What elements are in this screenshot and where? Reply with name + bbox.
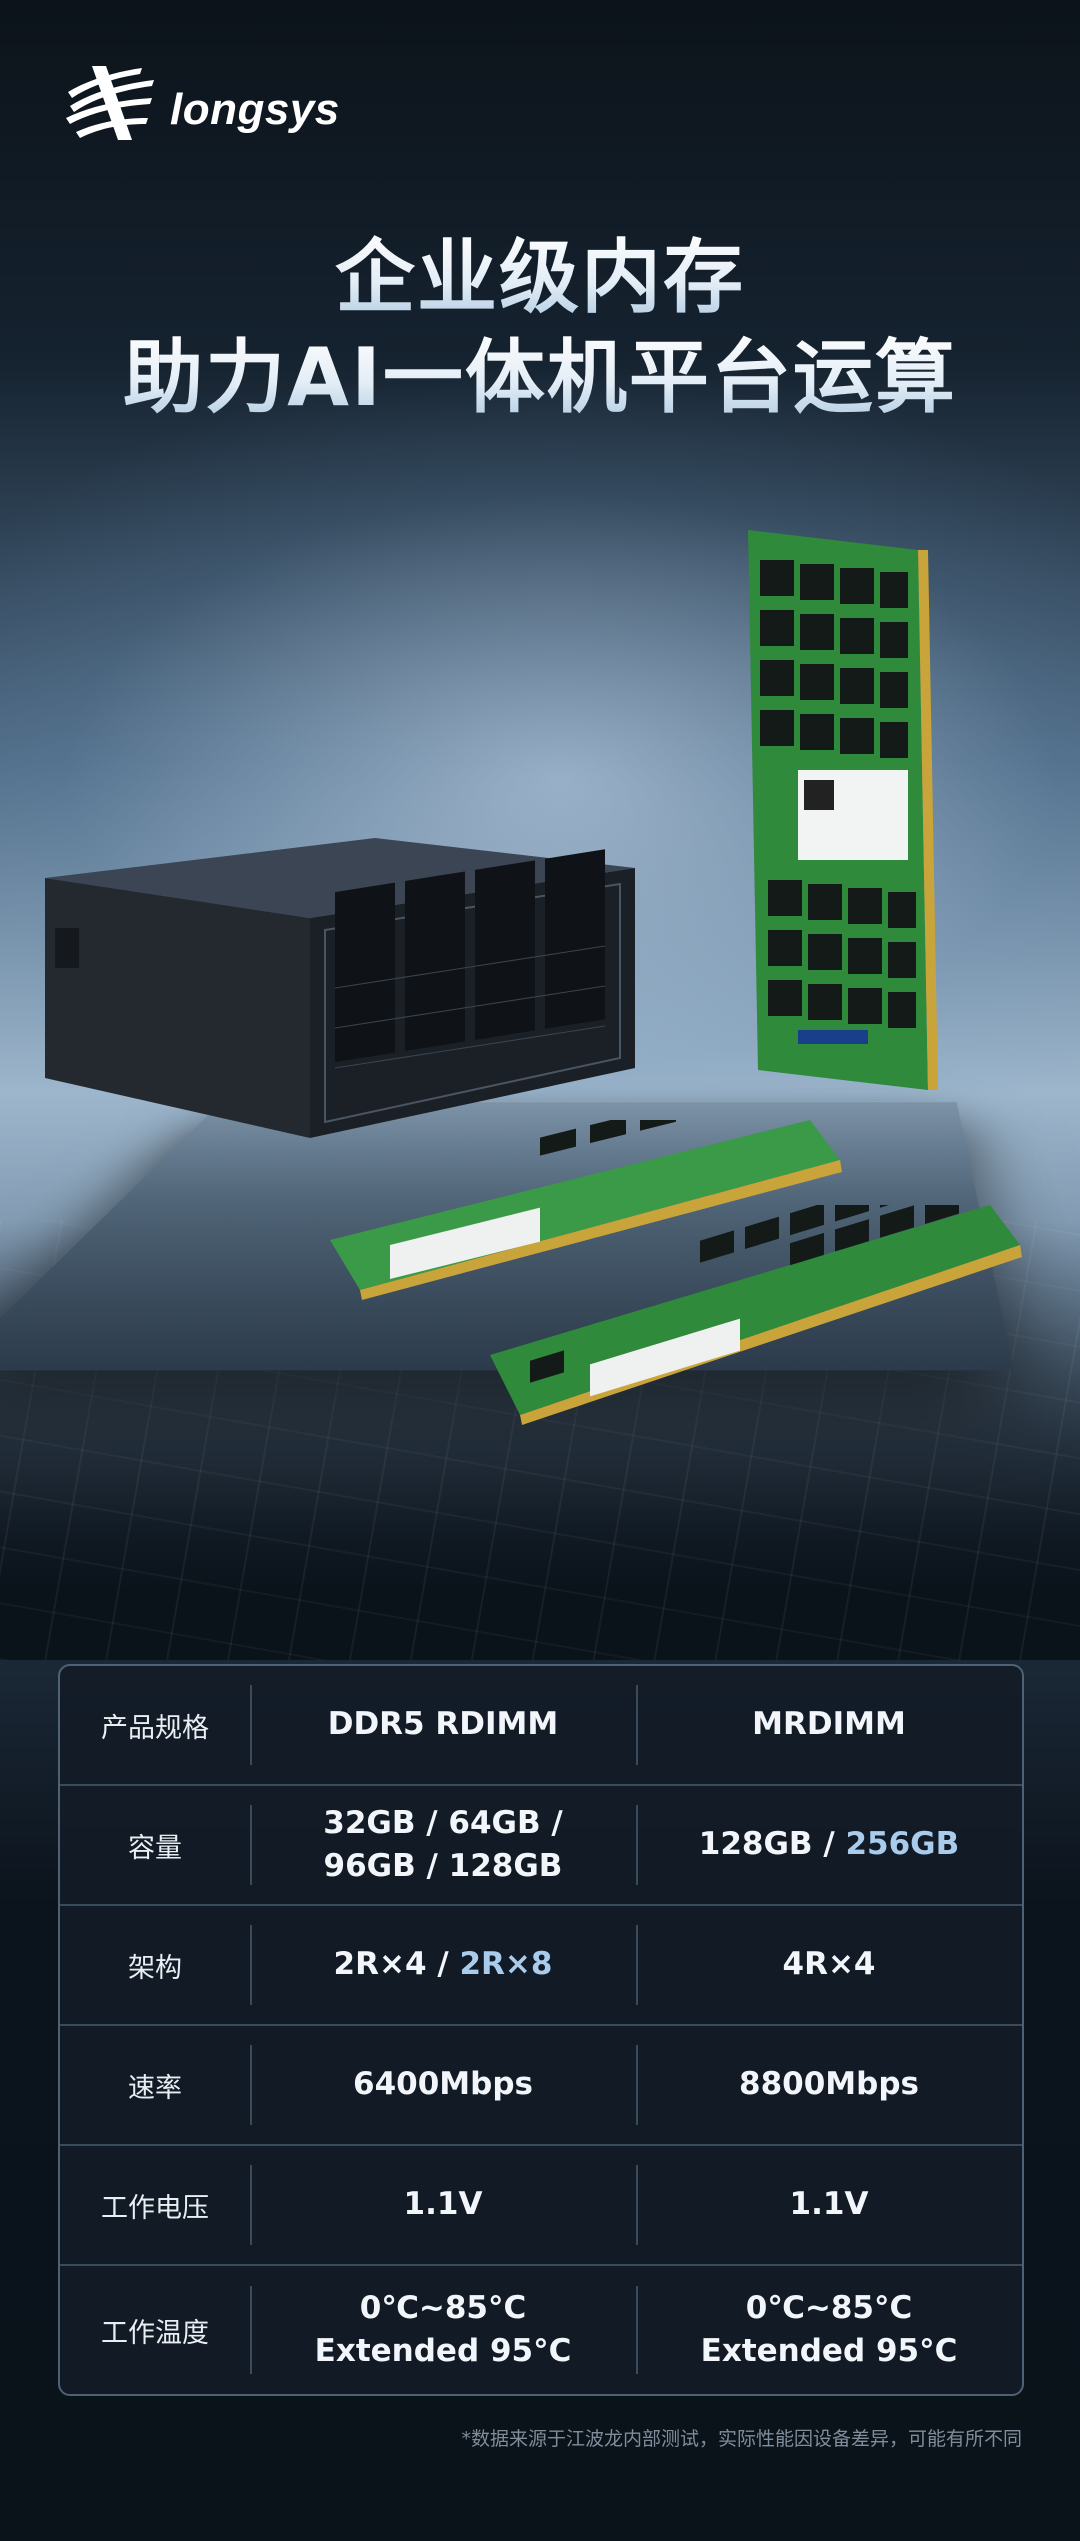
capacity-mrdimm: 128GB / 256GB [636, 1786, 1022, 1904]
poster: longsys 企业级内存 助力AI一体机平台运算 产品规格 DDR5 RDIM… [0, 0, 1080, 2541]
arch-rdimm-a: 2R×4 / [333, 1946, 460, 1983]
speed-mrdimm: 8800Mbps [636, 2026, 1022, 2144]
header-mrdimm: MRDIMM [636, 1666, 1022, 1784]
ram-module-mrdimm [490, 1205, 1022, 1425]
header-rdimm: DDR5 RDIMM [250, 1666, 636, 1784]
longsys-logo-icon [66, 66, 154, 140]
row-label: 架构 [128, 1952, 182, 1984]
capacity-rdimm-line1: 32GB / 64GB / [323, 1804, 563, 1841]
table-row: 工作温度 0℃~85°C Extended 95°C 0℃~85°C Exten… [60, 2264, 1022, 2394]
brand-logo: longsys [62, 62, 340, 144]
capacity-mrdimm-b: 256GB [845, 1826, 960, 1863]
row-label: 速率 [128, 2072, 182, 2104]
temp-rdimm-line2: Extended 95°C [314, 2333, 572, 2369]
hero-illustration [0, 460, 1080, 1660]
header-spec: 产品规格 [101, 1712, 209, 1744]
arch-mrdimm: 4R×4 [636, 1906, 1022, 2024]
temp-mrdimm: 0℃~85°C Extended 95°C [636, 2266, 1022, 2394]
arch-rdimm-b: 2R×8 [459, 1946, 553, 1983]
headline-line-2: 助力AI一体机平台运算 [0, 328, 1080, 428]
capacity-rdimm: 32GB / 64GB / 96GB / 128GB [250, 1786, 636, 1904]
voltage-mrdimm: 1.1V [636, 2146, 1022, 2264]
table-row: 容量 32GB / 64GB / 96GB / 128GB 128GB / 25… [60, 1784, 1022, 1904]
row-label: 工作电压 [101, 2192, 209, 2224]
temp-rdimm-line1: 0℃~85°C [359, 2289, 527, 2326]
temp-mrdimm-line1: 0℃~85°C [745, 2289, 913, 2326]
arch-rdimm: 2R×4 / 2R×8 [250, 1906, 636, 2024]
ram-module-vertical [748, 530, 938, 1090]
row-label: 容量 [128, 1832, 182, 1864]
server-chassis [45, 838, 635, 1138]
capacity-mrdimm-a: 128GB / [698, 1826, 846, 1863]
temp-mrdimm-line2: Extended 95°C [700, 2333, 958, 2369]
headline-line-1: 企业级内存 [0, 228, 1080, 328]
spec-table: 产品规格 DDR5 RDIMM MRDIMM 容量 32GB / 64GB / … [58, 1664, 1024, 2396]
headline: 企业级内存 助力AI一体机平台运算 [0, 228, 1080, 428]
brand-name: longsys [170, 85, 340, 134]
table-row: 工作电压 1.1V 1.1V [60, 2144, 1022, 2264]
voltage-rdimm: 1.1V [250, 2146, 636, 2264]
speed-rdimm: 6400Mbps [250, 2026, 636, 2144]
table-row: 速率 6400Mbps 8800Mbps [60, 2024, 1022, 2144]
row-label: 工作温度 [101, 2317, 209, 2349]
footnote: *数据来源于江波龙内部测试，实际性能因设备差异，可能有所不同 [461, 2428, 1022, 2450]
table-row: 架构 2R×4 / 2R×8 4R×4 [60, 1904, 1022, 2024]
capacity-rdimm-line2: 96GB / 128GB [323, 1848, 563, 1884]
temp-rdimm: 0℃~85°C Extended 95°C [250, 2266, 636, 2394]
table-header-row: 产品规格 DDR5 RDIMM MRDIMM [60, 1666, 1022, 1784]
